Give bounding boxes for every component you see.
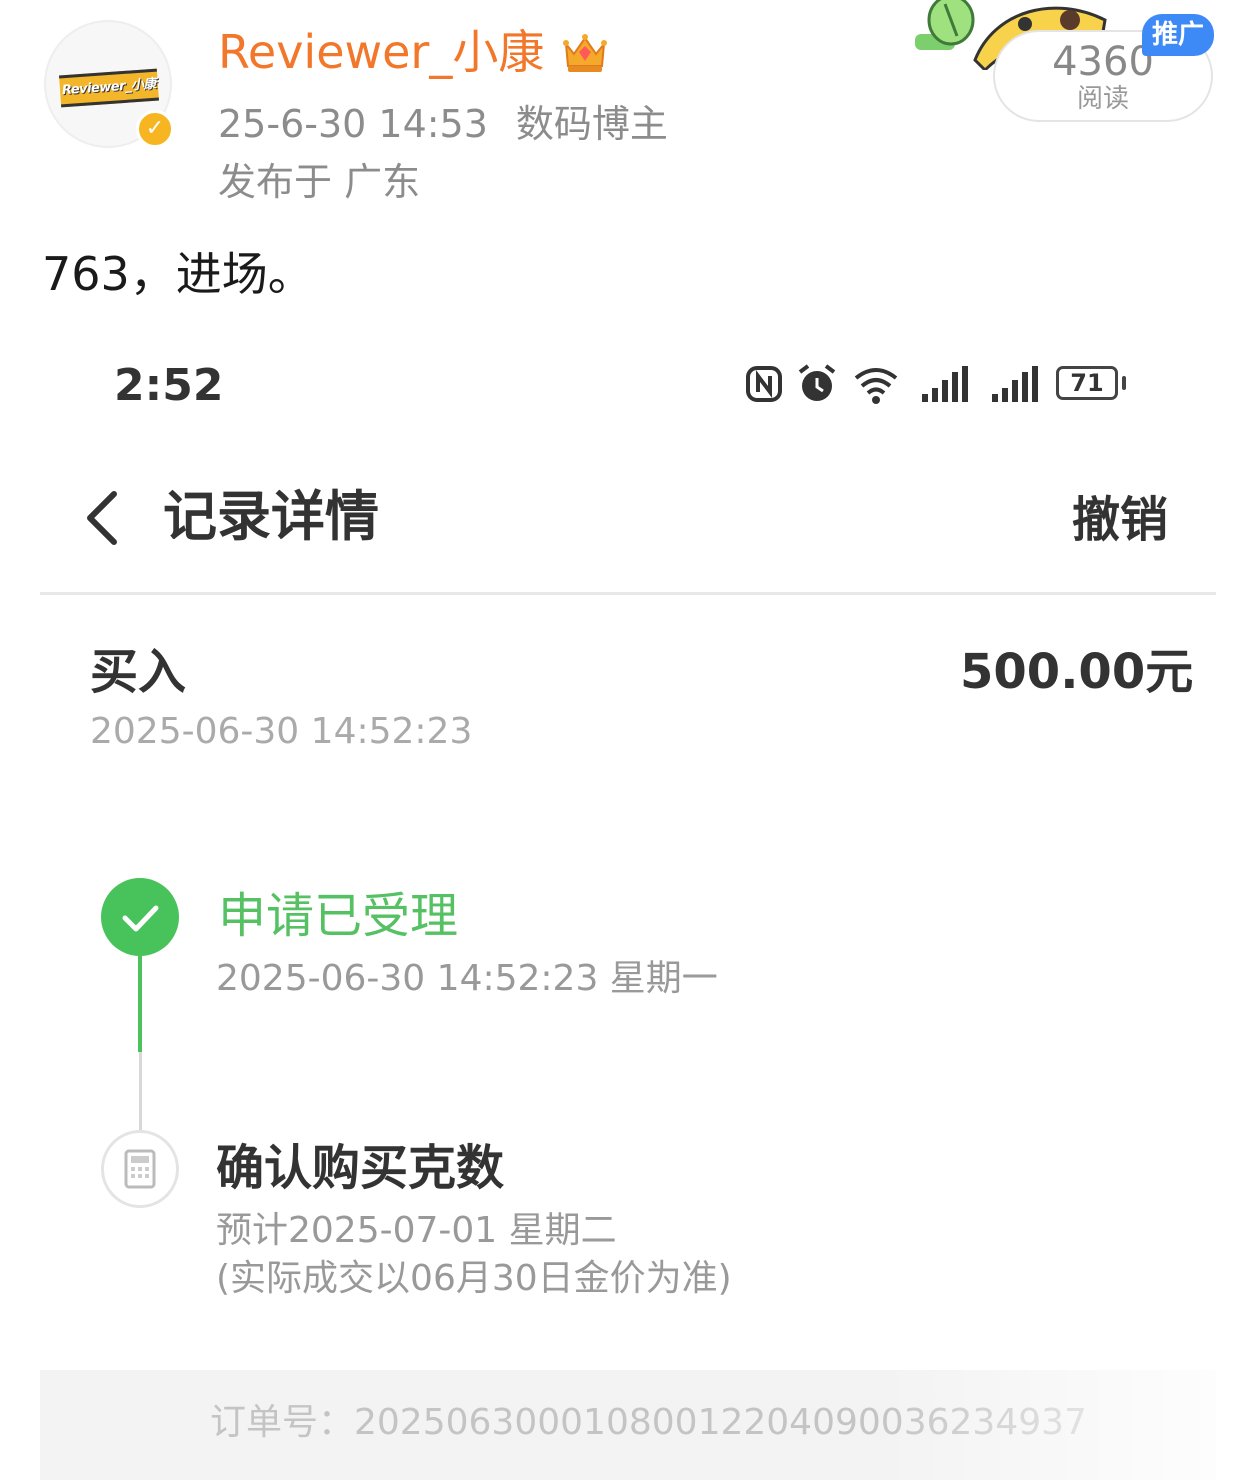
step-accepted-time: 2025-06-30 14:52:23 星期一 xyxy=(216,958,718,999)
alarm-icon xyxy=(798,364,836,401)
transaction-type: 买入 xyxy=(90,644,187,700)
wifi-icon xyxy=(854,368,898,404)
transaction-amount: 500.00元 xyxy=(960,644,1194,700)
step-confirm-eta: 预计2025-07-01 星期二 xyxy=(216,1210,617,1251)
order-fade-overlay xyxy=(880,1370,1220,1480)
page-title: 记录详情 xyxy=(163,485,379,548)
divider xyxy=(40,592,1216,595)
post-date: 25-6-30 14:53 xyxy=(218,102,488,146)
post-text: 763，进场。 xyxy=(42,247,314,301)
signal-2-icon xyxy=(992,366,1038,402)
battery-tip xyxy=(1122,376,1126,390)
nfc-icon xyxy=(746,366,782,402)
calculator-icon xyxy=(124,1149,156,1189)
verified-badge-icon: ✓ xyxy=(136,110,174,148)
step-accepted-title: 申请已受理 xyxy=(218,888,459,944)
battery-icon: 71 xyxy=(1056,366,1118,400)
avatar-logo: Reviewer_小康 xyxy=(59,68,159,108)
step-done-icon xyxy=(101,878,179,956)
post-meta: 25-6-30 14:53 数码博主 xyxy=(218,98,668,150)
promo-badge[interactable]: 推广 xyxy=(1142,14,1214,56)
step-confirm-title: 确认购买克数 xyxy=(216,1140,505,1196)
timeline-line-pending xyxy=(139,1052,142,1134)
timeline-line-done xyxy=(138,954,142,1052)
step-confirm-note: (实际成交以06月30日金价为准) xyxy=(216,1258,732,1299)
transaction-time: 2025-06-30 14:52:23 xyxy=(90,711,473,752)
status-time: 2:52 xyxy=(114,360,224,411)
signal-icon xyxy=(922,366,968,402)
cancel-button[interactable]: 撤销 xyxy=(1072,488,1168,552)
post-location: 发布于 广东 xyxy=(218,160,421,204)
step-pending-icon xyxy=(101,1130,179,1208)
crown-icon xyxy=(563,34,607,72)
read-label: 阅读 xyxy=(1076,84,1129,114)
back-arrow-icon[interactable] xyxy=(80,488,124,548)
user-tag: 数码博主 xyxy=(515,102,668,146)
checkmark-icon xyxy=(122,905,159,932)
username[interactable]: Reviewer_小康 xyxy=(218,22,544,82)
